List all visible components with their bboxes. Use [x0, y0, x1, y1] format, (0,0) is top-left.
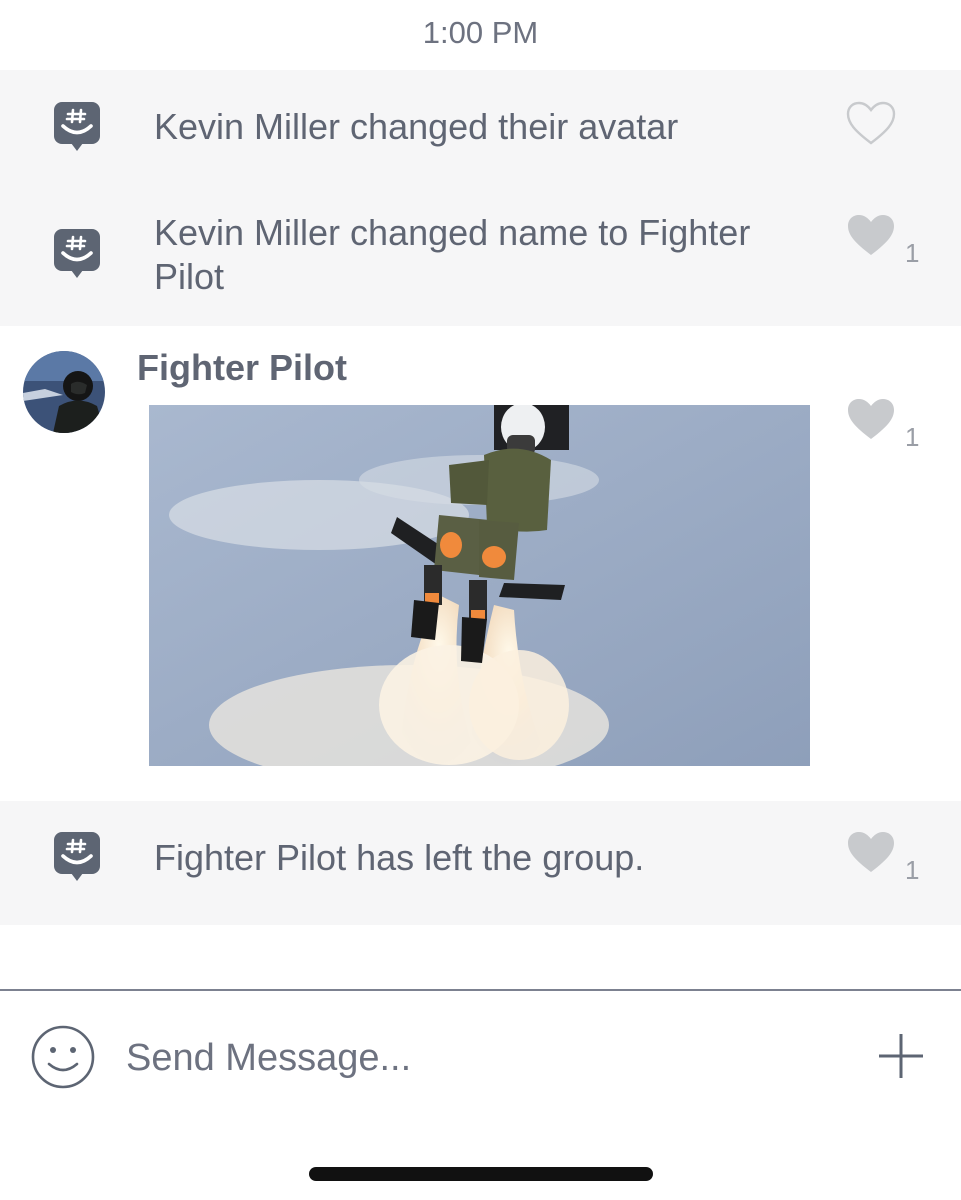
heart-filled-icon[interactable]: [845, 396, 897, 442]
system-message-text: Fighter Pilot has left the group.: [154, 837, 645, 878]
like-count: 1: [905, 238, 920, 268]
system-message-left-group: Fighter Pilot has left the group. 1: [0, 801, 961, 925]
groupme-bot-icon: [53, 101, 101, 153]
message-photo[interactable]: [149, 405, 810, 766]
heart-outline-icon[interactable]: [845, 100, 897, 146]
groupme-bot-icon: [53, 228, 101, 280]
timestamp: 1:00 PM: [422, 15, 539, 50]
system-message-name-change: Kevin Miller changed name to Fighter Pil…: [0, 182, 961, 326]
composer-divider: [0, 989, 961, 991]
like-count: 1: [905, 855, 920, 885]
like-count: 1: [905, 422, 920, 452]
avatar[interactable]: [23, 351, 105, 433]
system-message-text: Kevin Miller changed name to Fighter Pil…: [154, 212, 751, 297]
plus-icon[interactable]: [876, 1031, 926, 1081]
system-message-text: Kevin Miller changed their avatar: [154, 106, 679, 147]
message-author[interactable]: Fighter Pilot: [137, 347, 347, 389]
home-indicator[interactable]: [309, 1167, 653, 1181]
smiley-icon[interactable]: [30, 1024, 96, 1090]
heart-filled-icon[interactable]: [845, 212, 897, 258]
system-message-avatar-change: Kevin Miller changed their avatar: [0, 70, 961, 182]
message-input[interactable]: [126, 1033, 806, 1083]
heart-filled-icon[interactable]: [845, 829, 897, 875]
groupme-bot-icon: [53, 831, 101, 883]
